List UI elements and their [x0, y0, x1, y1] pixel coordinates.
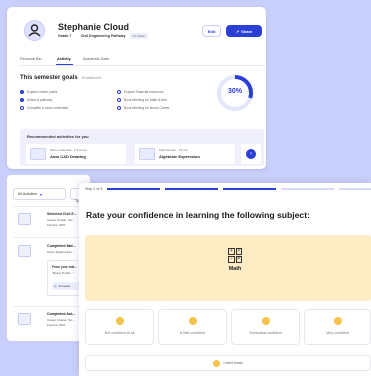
all-activities-filter[interactable]: All Activities ▾	[13, 188, 66, 200]
list-item-detail: Career Cluster: Sci...	[47, 318, 75, 322]
profile-pathway: Civil Engineering Pathway	[80, 34, 126, 38]
goals-progress-text: 30%	[227, 88, 242, 95]
option-label: A little confident	[179, 331, 206, 335]
list-item-title: Completed Aut...	[47, 312, 76, 316]
recommended-item[interactable]: Math Review · 15 min Algebraic Expressio…	[135, 144, 235, 164]
goal-label: Explore financial resources	[124, 90, 164, 94]
chevron-down-icon: ▾	[39, 191, 42, 197]
list-item-detail: Topic: Algebra Exp...	[47, 250, 75, 254]
next-arrow-button[interactable]: ›	[241, 144, 261, 164]
goals-subtitle: 10 weeks left	[81, 76, 101, 80]
goal-radio-icon	[117, 90, 121, 94]
edit-button[interactable]: Edit	[202, 25, 221, 37]
survey-question: Rate your confidence in learning the fol…	[86, 210, 310, 220]
note-text: From your mat...	[52, 265, 77, 269]
subject-label: Math	[228, 266, 242, 272]
goal-item[interactable]: Explore career paths	[20, 90, 68, 94]
goal-item[interactable]: Explore financial resources	[117, 90, 170, 94]
option-label: Not confident at all	[104, 331, 135, 335]
profile-grade: Grade 7	[58, 34, 72, 38]
list-item-detail: Career Cluster: Sci...	[47, 218, 75, 222]
edit-label: Edit	[207, 28, 216, 34]
activity-list-card: All Activities ▾ Ty Selected Civil E... …	[7, 175, 90, 341]
goal-radio-icon	[20, 106, 24, 110]
slight-smile-emoji-icon	[261, 317, 270, 325]
circle-icon: ◎	[54, 284, 57, 288]
survey-step: Step 2 of 5	[85, 187, 103, 191]
note-text: "Below Profici..."	[52, 271, 74, 275]
activity-image-icon	[18, 313, 31, 325]
tab-activity[interactable]: Activity	[57, 57, 71, 61]
step-segment	[339, 188, 371, 190]
step-segment	[223, 188, 276, 190]
option-a-little-confident[interactable]: A little confident	[158, 309, 227, 345]
goal-item[interactable]: Book Meeting for Nurse Career	[117, 106, 170, 110]
goal-item[interactable]: Book Meeting for Math & Arts	[117, 98, 170, 102]
recommended-item-title: Auto CAD Drawing	[50, 154, 86, 159]
separator: ·	[75, 34, 77, 38]
calculator-icon: + × − =	[228, 248, 242, 263]
smile-emoji-icon	[333, 317, 342, 325]
profile-card: Stephanie Cloud Grade 7 · Civil Engineer…	[7, 7, 266, 169]
neutral-emoji-icon	[188, 317, 197, 325]
dont-know-button[interactable]: I don't know	[85, 355, 371, 371]
goal-label: Book Meeting for Nurse Career	[124, 106, 170, 110]
goal-radio-icon	[117, 98, 121, 102]
share-icon: ↗	[235, 28, 240, 34]
goal-label: Select a pathway	[27, 98, 53, 102]
goal-check-icon	[20, 98, 24, 102]
goals-title: This semester goals	[20, 75, 78, 81]
goal-item[interactable]: Select a pathway	[20, 98, 68, 102]
activity-image-icon	[18, 213, 31, 225]
activity-thumb-icon	[30, 148, 46, 160]
goal-check-icon	[20, 90, 24, 94]
goal-radio-icon	[117, 106, 121, 110]
filter-label: All Activities	[18, 192, 37, 196]
goal-label: Complete a mock credential	[27, 106, 68, 110]
tab-academic-data[interactable]: Academic Data	[83, 57, 109, 61]
list-item-title: Selected Civil E...	[47, 212, 77, 216]
tabs-divider	[19, 65, 265, 66]
goal-label: Book Meeting for Math & Arts	[124, 98, 167, 102]
recommended-meta: Micro-credential · 3-4 Hours	[50, 148, 88, 152]
option-somewhat-confident[interactable]: Somewhat confident	[231, 309, 300, 345]
option-not-confident[interactable]: Not confident at all	[85, 309, 154, 345]
option-label: Somewhat confident	[249, 331, 282, 335]
activity-image-icon	[18, 245, 31, 257]
list-item-detail: Finance: 66%	[47, 323, 66, 327]
recommended-item[interactable]: Micro-credential · 3-4 Hours Auto CAD Dr…	[26, 144, 126, 164]
step-progress	[107, 188, 371, 190]
dont-know-label: I don't know	[223, 361, 243, 365]
option-label: Very confident	[326, 331, 349, 335]
share-label: Share	[241, 28, 253, 34]
subject-panel: + × − = Math	[85, 235, 371, 301]
step-segment-done	[165, 188, 218, 190]
chevron-right-icon: ›	[246, 149, 256, 159]
recommended-meta: Math Review · 15 min	[159, 148, 189, 152]
profile-name: Stephanie Cloud	[58, 22, 130, 32]
goals-column-right: Explore financial resources Book Meeting…	[117, 90, 170, 110]
list-item-title: Completed Mat...	[47, 244, 76, 248]
status-badge: On Track	[129, 33, 148, 39]
recommended-title: Recommended activities for you	[27, 134, 89, 139]
goals-column-left: Explore career paths Select a pathway Co…	[20, 90, 68, 110]
list-item-detail: Finance: 66%	[47, 223, 66, 227]
tab-personal-bio[interactable]: Personal Bio	[20, 57, 42, 61]
recommended-panel: Recommended activities for you Micro-cre…	[20, 129, 264, 166]
activity-thumb-icon	[139, 148, 155, 160]
goal-item[interactable]: Complete a mock credential	[20, 106, 68, 110]
step-segment	[281, 188, 334, 190]
chip-label: Increase	[58, 284, 71, 288]
avatar	[24, 20, 45, 41]
survey-card: Step 2 of 5 Rate your confidence in lear…	[79, 183, 371, 376]
user-icon	[28, 24, 41, 37]
worried-emoji-icon	[115, 317, 124, 325]
step-segment-done	[107, 188, 160, 190]
recommended-item-title: Algebraic Expression	[159, 154, 200, 159]
goal-label: Explore career paths	[27, 90, 58, 94]
share-button[interactable]: ↗ Share	[226, 25, 262, 37]
thinking-emoji-icon	[213, 359, 221, 367]
option-very-confident[interactable]: Very confident	[304, 309, 371, 345]
